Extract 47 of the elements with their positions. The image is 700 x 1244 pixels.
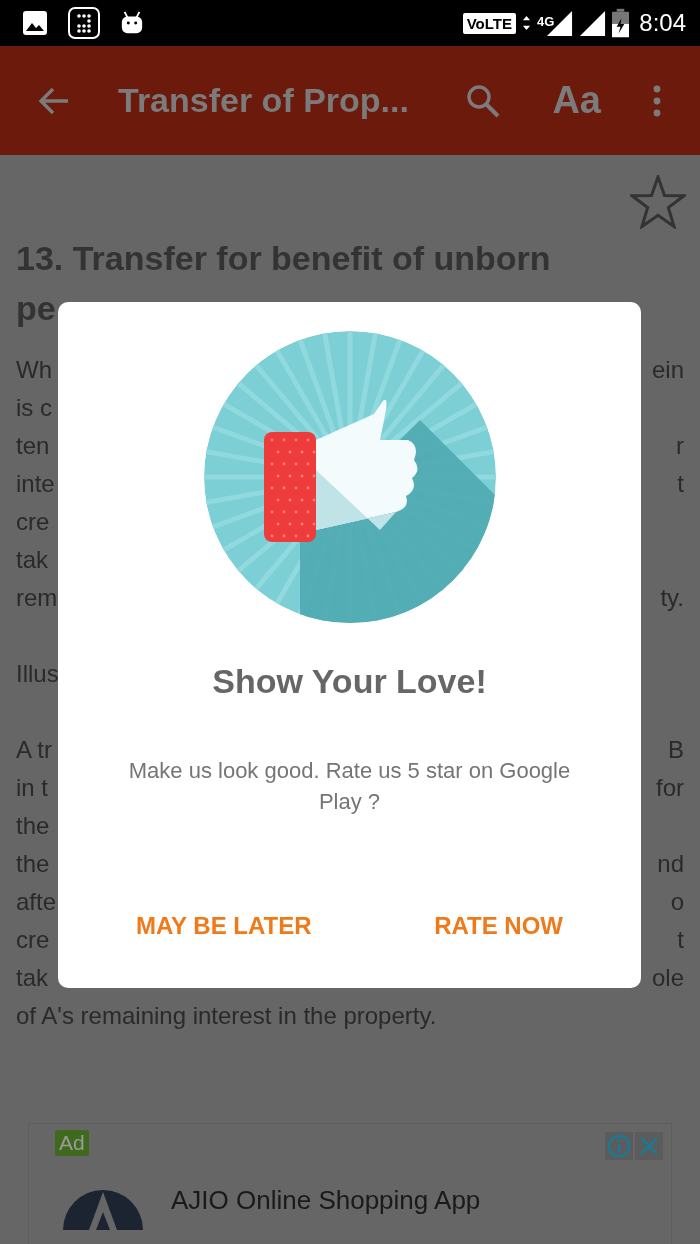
- article-text: t: [677, 469, 684, 499]
- article-text: Illus: [16, 659, 59, 689]
- article-text: nd: [657, 849, 684, 879]
- article-text: A tr: [16, 735, 52, 765]
- signal-icon: [579, 9, 607, 37]
- image-icon: [22, 10, 48, 36]
- clock: 8:04: [639, 9, 686, 37]
- robot-icon: [120, 10, 144, 36]
- article-text: r: [676, 431, 684, 461]
- article-text: afte: [16, 887, 57, 917]
- article-text: tak: [16, 545, 48, 575]
- article-text: cre: [16, 507, 50, 537]
- article-text: is c: [16, 393, 52, 423]
- article-text: in t: [16, 773, 48, 803]
- network-type: 4G: [536, 14, 555, 29]
- battery-icon: [612, 8, 630, 38]
- article-text: t: [677, 925, 684, 955]
- article-text: inte: [16, 469, 55, 499]
- search-icon[interactable]: [466, 83, 501, 118]
- dialog-title: Show Your Love!: [212, 661, 487, 702]
- article-text: for: [656, 773, 684, 803]
- data-arrows-icon: [521, 15, 531, 31]
- article-text: the: [16, 849, 50, 879]
- page-title: Transfer of Prop...: [118, 81, 410, 120]
- article-text: ein: [651, 355, 684, 385]
- article-text: o: [670, 887, 684, 917]
- article-text: Wh: [16, 355, 52, 385]
- volte-badge: VoLTE: [462, 12, 516, 34]
- article-text: rem: [16, 583, 58, 613]
- article-text: ole: [651, 963, 684, 993]
- star-icon[interactable]: [630, 175, 686, 229]
- article-text: ten: [16, 431, 50, 461]
- article-text: B: [668, 735, 684, 765]
- rate-now-button[interactable]: RATE NOW: [416, 898, 581, 954]
- article-text: ty.: [660, 583, 684, 613]
- back-arrow-icon[interactable]: [38, 86, 70, 115]
- article-text: of A's remaining interest in the property.: [16, 1001, 437, 1031]
- later-button[interactable]: MAY BE LATER: [118, 898, 330, 954]
- dial-pad-icon: [68, 7, 100, 39]
- ad-title: AJIO Online Shopping App: [171, 1185, 481, 1216]
- ad-badge: Ad: [55, 1130, 89, 1156]
- more-options-icon[interactable]: [653, 84, 661, 117]
- font-size-button[interactable]: Aa: [552, 79, 601, 122]
- article-text: tak: [16, 963, 48, 993]
- dialog-message: Make us look good. Rate us 5 star on Google Play ?: [127, 757, 572, 816]
- article-text: cre: [16, 925, 50, 955]
- article-text: the: [16, 811, 50, 841]
